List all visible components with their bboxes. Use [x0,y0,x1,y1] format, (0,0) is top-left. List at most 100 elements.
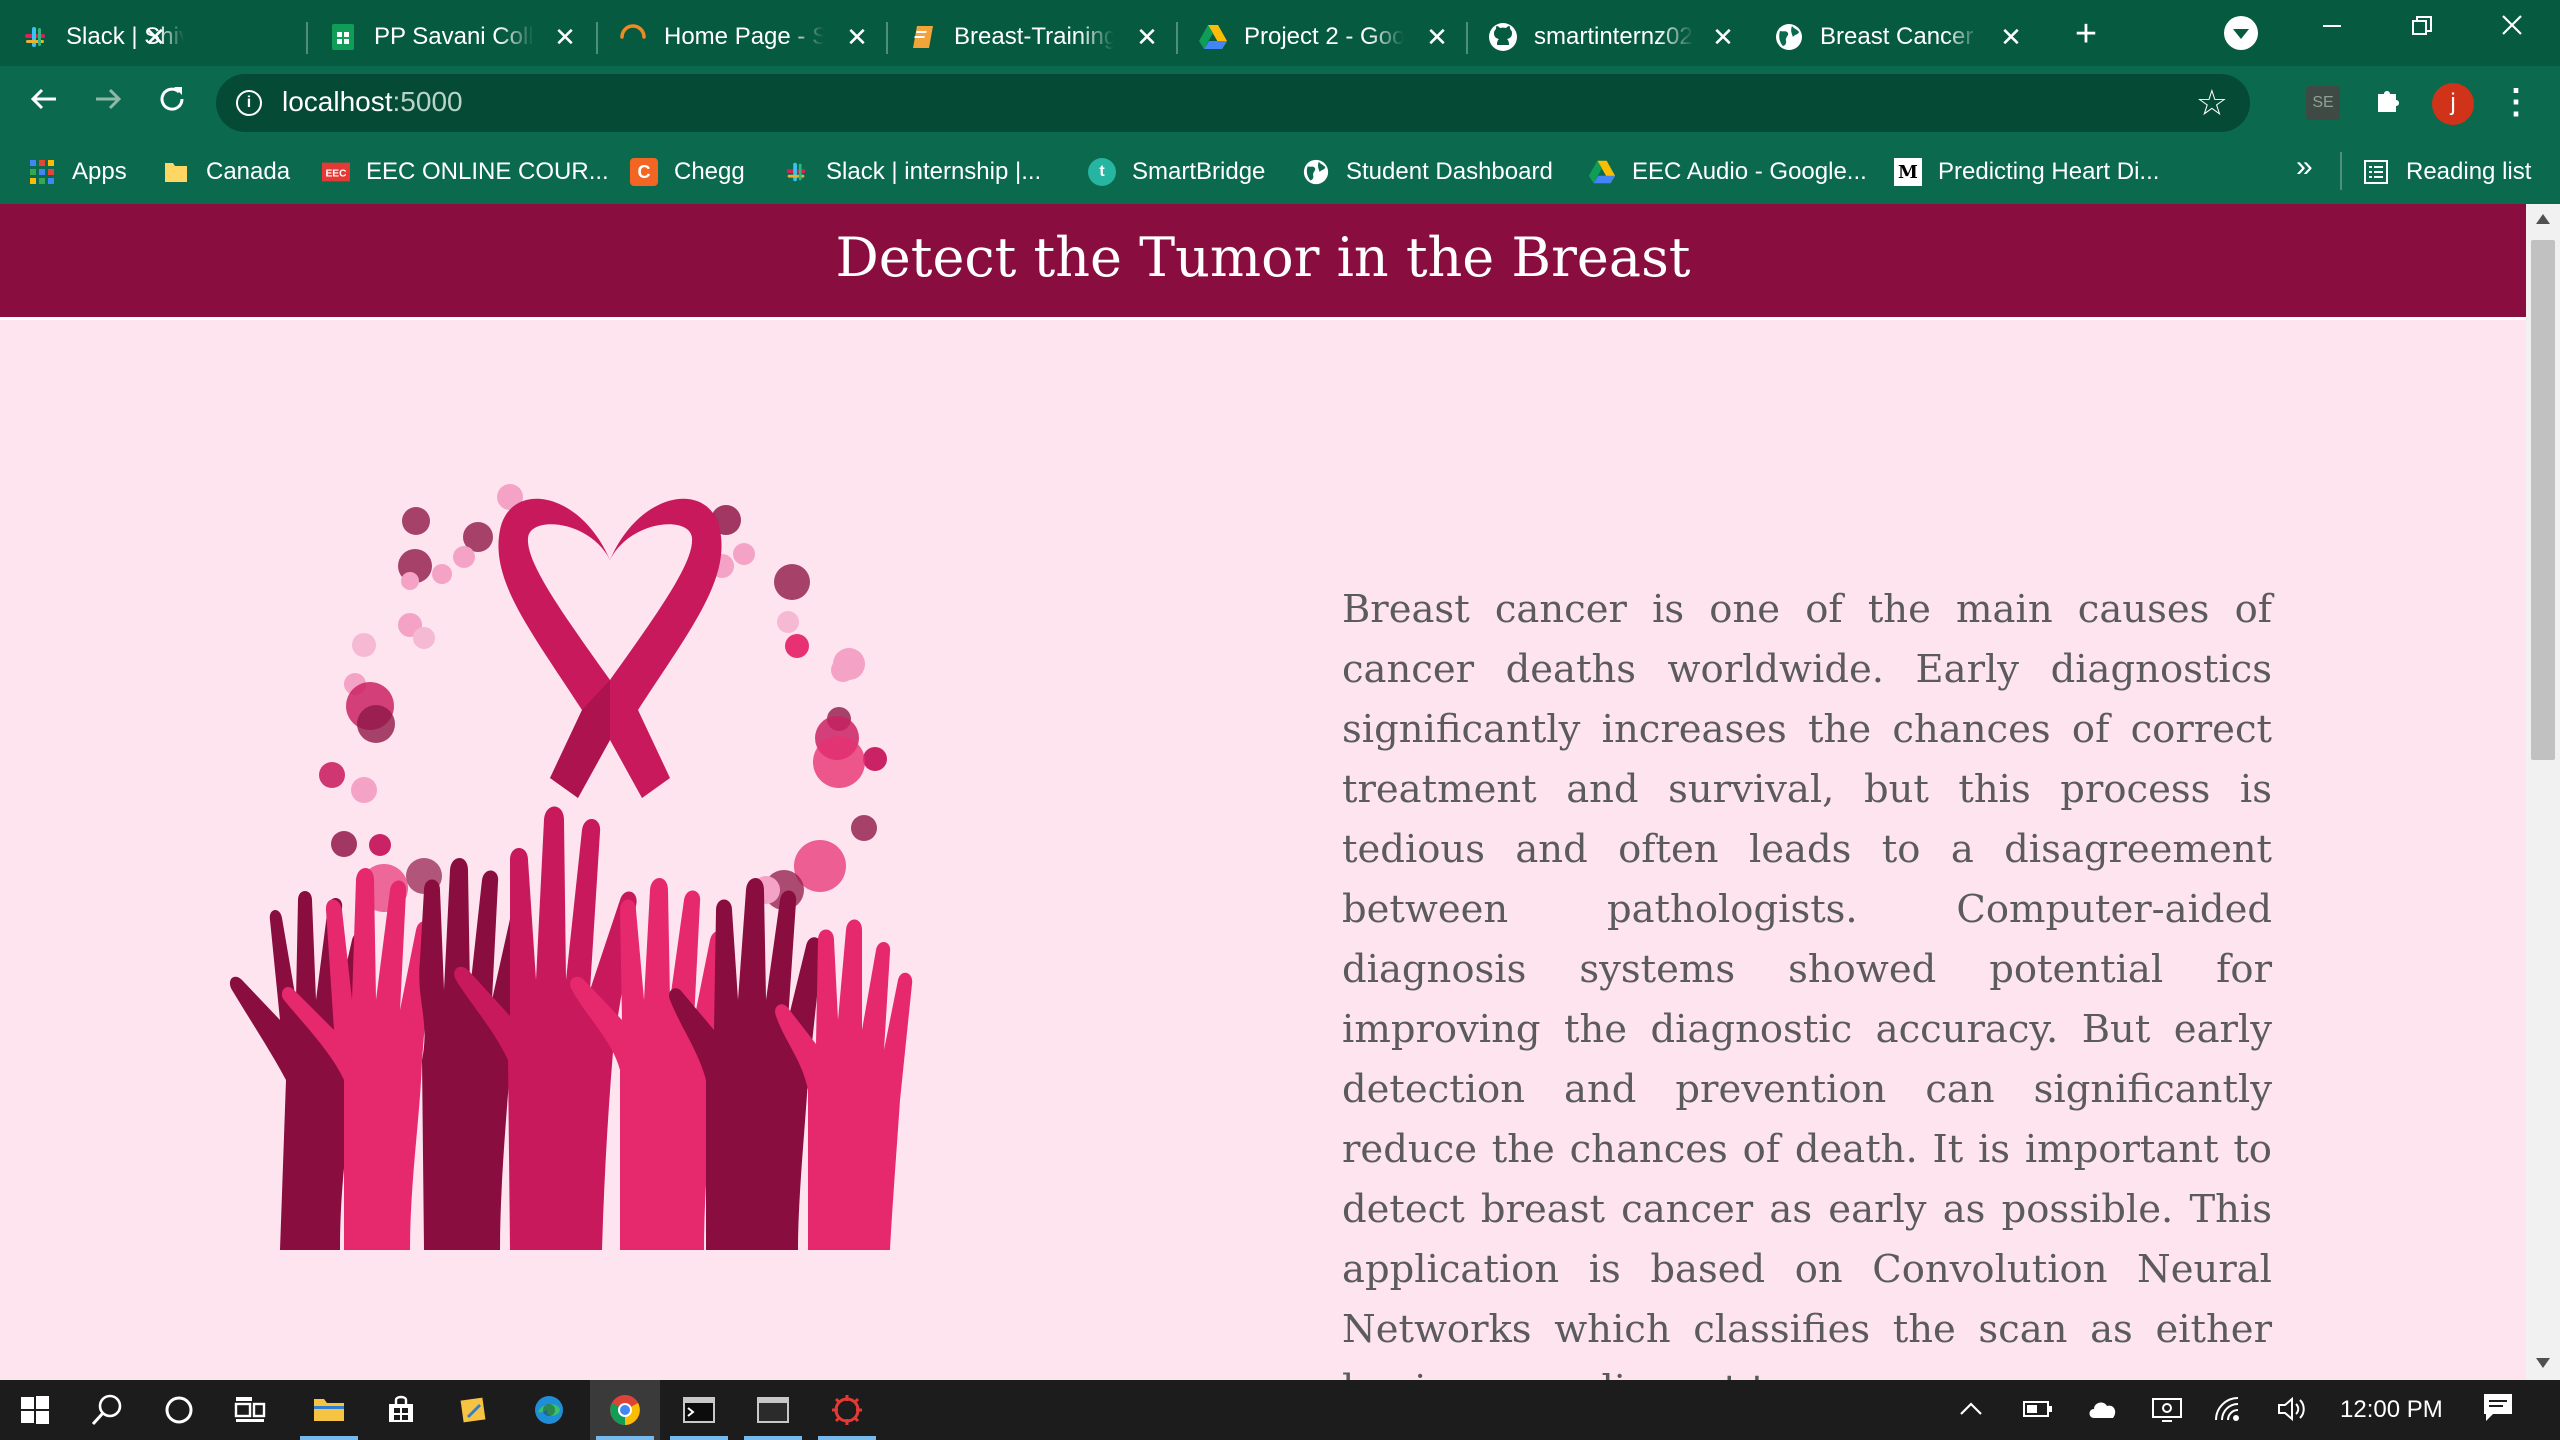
search-icon[interactable] [72,1380,142,1440]
page-title: Detect the Tumor in the Breast [835,226,1691,289]
eec-icon: EEC [322,158,350,186]
tab-breast-cancer-active[interactable]: Breast Cancer D ✕ [1754,8,2040,66]
bookmark-star-icon[interactable]: ☆ [2196,82,2228,124]
taskbar-clock[interactable]: 12:00 PM [2340,1396,2443,1424]
smartbridge-icon: t [1088,158,1116,186]
url-host: localhost [282,86,393,117]
tab-search-button[interactable] [2224,16,2258,50]
tab-slack[interactable]: Slack | Shivam S ✕ [0,8,184,66]
bookmarks-bar: Apps Canada EEC EEC ONLINE COUR... C Che… [0,140,2560,204]
close-icon[interactable]: ✕ [1996,22,2026,52]
extensions-puzzle-icon[interactable] [2368,84,2408,124]
bookmark-label: Apps [72,158,127,185]
sticky-notes-icon[interactable] [438,1380,508,1440]
reading-list-icon [2362,158,2390,186]
display-settings-icon[interactable] [2150,1394,2184,1433]
close-icon[interactable]: ✕ [1132,22,1162,52]
close-icon[interactable]: ✕ [550,22,580,52]
file-explorer-icon[interactable] [294,1380,364,1440]
menu-kebab-icon[interactable]: ⋮ [2498,82,2534,126]
github-icon [1488,22,1518,52]
pink-ribbon-icon [498,498,722,798]
windows-start-icon[interactable] [0,1380,70,1440]
bookmarks-divider [2340,152,2342,190]
close-icon[interactable]: ✕ [1708,22,1738,52]
address-bar[interactable]: i localhost:5000 ☆ [216,74,2250,132]
tab-title: smartinternz02 [1534,23,1693,50]
tab-breast-training[interactable]: Breast-Training ✕ [888,8,1176,66]
edge-icon[interactable] [514,1380,584,1440]
bookmark-predicting-heart[interactable]: M Predicting Heart Di... [1894,152,2159,192]
window-icon[interactable] [738,1380,808,1440]
close-icon[interactable]: ✕ [1422,22,1452,52]
terminal-icon[interactable] [664,1380,734,1440]
tab-home-page[interactable]: Home Page - Sm ✕ [598,8,886,66]
onedrive-cloud-icon[interactable] [2086,1394,2120,1431]
bookmark-label: EEC ONLINE COUR... [366,158,609,185]
extension-se-icon[interactable]: SE [2306,86,2340,120]
back-button[interactable] [22,82,66,126]
bookmark-student-dashboard[interactable]: Student Dashboard [1302,152,1553,192]
apps-grid-icon [28,158,56,186]
page-scrollbar[interactable] [2526,204,2560,1380]
bookmark-eec-audio[interactable]: EEC Audio - Google... [1588,152,1867,192]
new-tab-button[interactable]: + [2066,14,2106,54]
url-text[interactable]: localhost:5000 [282,86,463,118]
scroll-down-arrow-icon[interactable] [2526,1354,2560,1374]
tab-pp-savani[interactable]: PP Savani Colle ✕ [308,8,594,66]
bookmark-slack[interactable]: Slack | internship |... [782,152,1041,192]
bookmark-label: Chegg [674,158,745,185]
bookmark-label: Slack | internship |... [826,158,1042,185]
bookmark-label: Student Dashboard [1346,158,1553,185]
google-sheets-icon [328,22,358,52]
bookmark-eec-online[interactable]: EEC EEC ONLINE COUR... [322,152,609,192]
browser-toolbar: i localhost:5000 ☆ SE j ⋮ [0,66,2560,140]
page-header: Detect the Tumor in the Breast [0,204,2526,320]
cortana-icon[interactable] [144,1380,214,1440]
volume-icon[interactable] [2276,1394,2308,1431]
close-icon[interactable]: ✕ [842,22,872,52]
reading-list-button[interactable]: Reading list [2362,152,2531,192]
globe-icon [1302,158,1330,186]
app-icon[interactable] [812,1380,882,1440]
tab-title: Breast Cancer D [1820,23,1980,50]
slack-icon [782,158,810,186]
windows-taskbar: 12:00 PM [0,1380,2560,1440]
folder-icon [162,158,190,186]
bookmark-label: Canada [206,158,291,185]
reload-button[interactable] [150,82,194,126]
scroll-thumb[interactable] [2531,240,2555,760]
close-icon[interactable]: ✕ [140,22,170,52]
info-icon[interactable]: i [236,90,262,116]
battery-icon[interactable] [2022,1394,2054,1431]
restore-button[interactable] [2392,6,2452,50]
close-window-button[interactable] [2482,6,2542,50]
wifi-icon[interactable] [2212,1394,2244,1431]
tab-strip: Slack | Shivam S ✕ PP Savani Colle ✕ Hom… [0,0,2560,66]
bookmark-canada[interactable]: Canada [162,152,290,192]
profile-avatar[interactable]: j [2432,83,2474,125]
tab-title: Home Page - Sm [664,23,824,50]
notifications-icon[interactable] [2478,1390,2518,1430]
scroll-up-arrow-icon[interactable] [2526,210,2560,230]
forward-button[interactable] [86,82,130,126]
bookmark-chegg[interactable]: C Chegg [630,152,745,192]
task-view-icon[interactable] [216,1380,286,1440]
url-port: :5000 [392,86,463,117]
store-icon[interactable] [366,1380,436,1440]
tab-title: Project 2 - Goo [1244,23,1404,50]
bookmarks-overflow-button[interactable]: » [2296,150,2313,184]
tray-overflow-chevron-icon[interactable] [1956,1394,1986,1431]
svg-text:EEC: EEC [325,169,347,180]
tab-title: Breast-Training [954,23,1114,50]
google-drive-icon [1588,158,1616,186]
chrome-icon[interactable] [590,1380,660,1440]
tab-project-2[interactable]: Project 2 - Goo ✕ [1178,8,1466,66]
bookmark-smartbridge[interactable]: t SmartBridge [1088,152,1265,192]
bookmark-apps[interactable]: Apps [28,152,127,192]
chegg-icon: C [630,158,658,186]
slack-icon [20,22,50,52]
tab-github[interactable]: smartinternz02 ✕ [1468,8,1752,66]
tab-title: PP Savani Colle [374,23,534,50]
minimize-button[interactable] [2302,6,2362,50]
